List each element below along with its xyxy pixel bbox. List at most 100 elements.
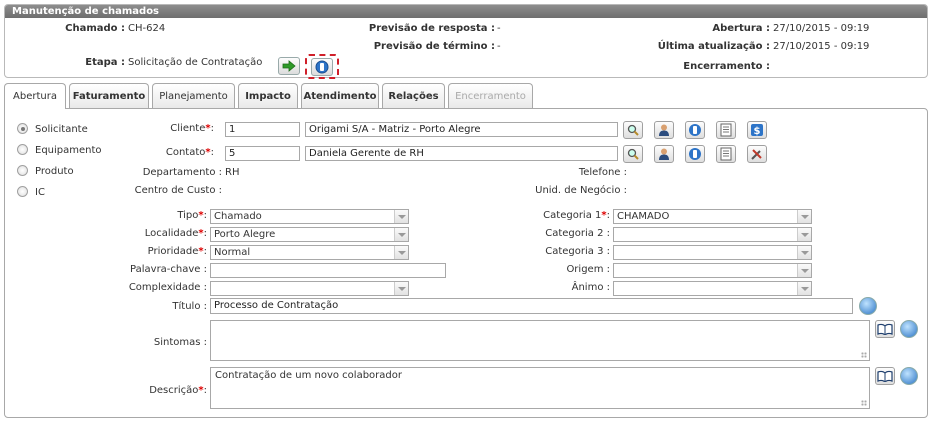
sintomas-textarea[interactable] bbox=[210, 320, 870, 361]
info-icon bbox=[315, 60, 329, 74]
animo-select[interactable] bbox=[613, 281, 812, 296]
tab-relacoes[interactable]: Relações bbox=[382, 83, 445, 108]
chevron-down-icon bbox=[394, 282, 408, 295]
etapa-label: Etapa : bbox=[85, 57, 125, 68]
categoria3-label: Categoria 3 : bbox=[545, 246, 610, 257]
tipo-select[interactable]: Chamado bbox=[210, 209, 409, 224]
panel-title: Manutenção de chamados bbox=[5, 5, 927, 18]
radio-label-ic: IC bbox=[35, 187, 45, 198]
chevron-down-icon bbox=[394, 210, 408, 223]
tab-faturamento[interactable]: Faturamento bbox=[69, 83, 149, 108]
localidade-select-value: Porto Alegre bbox=[214, 229, 276, 240]
titulo-label: Título : bbox=[172, 301, 207, 312]
tab-encerramento: Encerramento bbox=[448, 83, 533, 108]
prev-term-label: Previsão de término : bbox=[373, 41, 495, 52]
sintomas-book-button[interactable] bbox=[875, 320, 895, 338]
descricao-book-button[interactable] bbox=[875, 367, 895, 385]
dollar-icon: $ bbox=[751, 124, 763, 137]
tab-atendimento[interactable]: Atendimento bbox=[301, 83, 379, 108]
cliente-label: Cliente*: bbox=[170, 123, 214, 134]
categoria2-select[interactable] bbox=[613, 227, 812, 242]
radio-label-equipamento: Equipamento bbox=[35, 145, 102, 156]
tools-icon bbox=[751, 149, 762, 160]
palavra-chave-label: Palavra-chave : bbox=[130, 264, 207, 275]
contato-name-input[interactable]: Daniela Gerente de RH bbox=[305, 146, 618, 161]
svg-text:$: $ bbox=[754, 126, 761, 137]
localidade-select[interactable]: Porto Alegre bbox=[210, 227, 409, 242]
categoria1-select[interactable]: CHAMADO bbox=[613, 209, 812, 224]
contato-id-input[interactable]: 5 bbox=[225, 146, 300, 161]
abertura-label: Abertura : bbox=[712, 23, 770, 34]
radio-equipamento[interactable] bbox=[17, 144, 28, 155]
contato-tools-button[interactable] bbox=[747, 145, 767, 163]
prioridade-select[interactable]: Normal bbox=[210, 245, 409, 260]
titulo-input[interactable]: Processo de Contratação bbox=[210, 298, 853, 314]
chamado-label: Chamado : bbox=[65, 23, 125, 34]
departamento-label: Departamento : bbox=[142, 167, 222, 178]
unid-negocio-label: Unid. de Negócio : bbox=[535, 185, 627, 196]
info-button[interactable] bbox=[311, 58, 333, 76]
tipo-select-value: Chamado bbox=[214, 211, 262, 222]
prev-term-value: - bbox=[497, 41, 501, 52]
radio-produto[interactable] bbox=[17, 165, 28, 176]
info-icon bbox=[689, 148, 701, 160]
contato-person-button[interactable] bbox=[654, 145, 674, 163]
chevron-down-icon bbox=[797, 246, 811, 259]
document-icon bbox=[720, 147, 732, 161]
localidade-label: Localidade*: bbox=[144, 228, 207, 239]
advance-step-button[interactable] bbox=[278, 57, 300, 75]
telefone-label: Telefone : bbox=[578, 167, 627, 178]
radio-solicitante[interactable] bbox=[17, 123, 28, 134]
radio-ic[interactable] bbox=[17, 186, 28, 197]
cliente-notes-button[interactable] bbox=[716, 121, 736, 139]
chevron-down-icon bbox=[797, 210, 811, 223]
contato-notes-button[interactable] bbox=[716, 145, 736, 163]
categoria2-label: Categoria 2 : bbox=[545, 228, 610, 239]
categoria3-select[interactable] bbox=[613, 245, 812, 260]
palavra-chave-input[interactable] bbox=[210, 263, 446, 278]
cliente-id-input[interactable]: 1 bbox=[225, 122, 300, 137]
chevron-down-icon bbox=[394, 228, 408, 241]
radio-label-solicitante: Solicitante bbox=[35, 124, 88, 135]
complexidade-label: Complexidade : bbox=[128, 282, 207, 293]
magnifier-icon bbox=[627, 124, 639, 136]
cliente-info-button[interactable] bbox=[685, 121, 705, 139]
tab-abertura[interactable]: Abertura bbox=[4, 83, 66, 109]
cliente-search-button[interactable] bbox=[623, 121, 643, 139]
document-icon bbox=[720, 123, 732, 137]
descricao-text: Contratação de um novo colaborador bbox=[215, 370, 402, 381]
centro-custo-label: Centro de Custo : bbox=[134, 185, 222, 196]
categoria1-label: Categoria 1*: bbox=[543, 210, 610, 221]
cliente-name-input[interactable]: Origami S/A - Matriz - Porto Alegre bbox=[305, 122, 618, 137]
descricao-textarea[interactable]: Contratação de um novo colaborador bbox=[210, 367, 870, 409]
contato-label: Contato*: bbox=[165, 147, 214, 158]
tab-impacto[interactable]: Impacto bbox=[238, 83, 298, 108]
titulo-translate-globe-icon[interactable] bbox=[859, 297, 877, 315]
abertura-value: 27/10/2015 - 09:19 bbox=[773, 23, 870, 34]
radio-label-produto: Produto bbox=[35, 166, 74, 177]
prioridade-label: Prioridade*: bbox=[147, 246, 207, 257]
chevron-down-icon bbox=[797, 228, 811, 241]
resize-grip-icon[interactable] bbox=[861, 352, 867, 358]
ultima-atualizacao-value: 27/10/2015 - 09:19 bbox=[773, 41, 870, 52]
cliente-finance-button[interactable]: $ bbox=[747, 121, 767, 139]
book-icon bbox=[877, 323, 893, 335]
cliente-person-button[interactable] bbox=[654, 121, 674, 139]
categoria1-select-value: CHAMADO bbox=[617, 211, 670, 222]
animo-label: Ânimo : bbox=[571, 282, 610, 293]
chamado-value: CH-624 bbox=[128, 23, 166, 34]
contato-search-button[interactable] bbox=[623, 145, 643, 163]
encerramento-label: Encerramento : bbox=[683, 61, 770, 72]
contato-info-button[interactable] bbox=[685, 145, 705, 163]
tab-planejamento[interactable]: Planejamento bbox=[152, 83, 235, 108]
prev-resp-value: - bbox=[497, 23, 501, 34]
origem-select[interactable] bbox=[613, 263, 812, 278]
departamento-value: RH bbox=[225, 167, 240, 178]
arrow-right-icon bbox=[282, 60, 296, 72]
ultima-atualizacao-label: Última atualização : bbox=[657, 41, 770, 52]
tipo-label: Tipo*: bbox=[177, 210, 207, 221]
complexidade-select[interactable] bbox=[210, 281, 409, 296]
descricao-translate-globe-icon[interactable] bbox=[900, 367, 918, 385]
resize-grip-icon[interactable] bbox=[861, 400, 867, 406]
sintomas-translate-globe-icon[interactable] bbox=[900, 320, 918, 338]
